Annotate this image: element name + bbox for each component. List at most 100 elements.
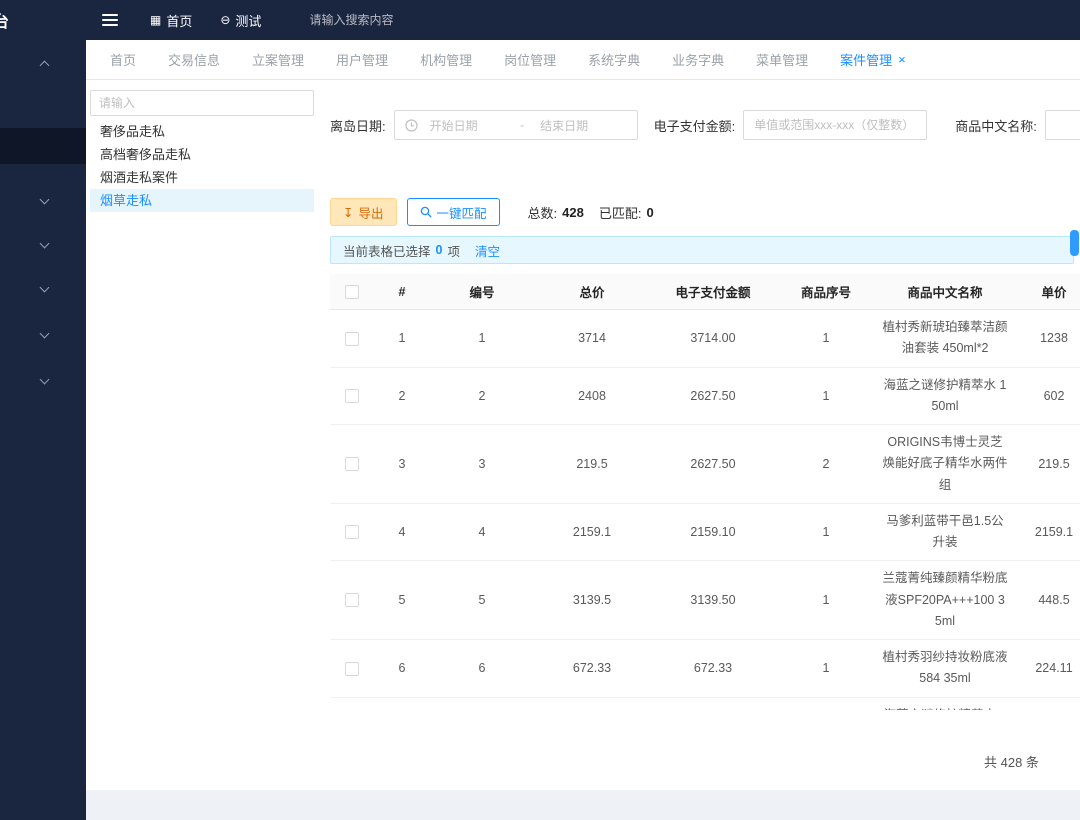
selection-count: 0 (436, 243, 443, 257)
category-item[interactable]: 高档奢侈品走私 (90, 143, 314, 166)
row-checkbox[interactable] (345, 525, 359, 539)
category-item[interactable]: 烟酒走私案件 (90, 166, 314, 189)
cell-name: 植村秀新琥珀臻萃洁颜油套装 450ml*2 (876, 310, 1014, 368)
selection-suffix: 项 (447, 241, 460, 260)
cell-epay: 3139.50 (650, 561, 776, 640)
column-header: 商品序号 (776, 274, 876, 310)
cell-seq: 1 (776, 367, 876, 425)
sidebar (0, 40, 86, 820)
row-checkbox[interactable] (345, 389, 359, 403)
date-range-picker[interactable]: 开始日期 - 结束日期 (394, 110, 638, 140)
table-body: 1137143714.001植村秀新琥珀臻萃洁颜油套装 450ml*212382… (330, 310, 1080, 711)
results-table: #编号总价电子支付金额商品序号商品中文名称单价 1137143714.001植村… (330, 274, 1080, 710)
table-row: 77602602.001海蓝之谜修护精萃水 150ml602 (330, 697, 1080, 710)
scrollbar-thumb[interactable] (1070, 230, 1079, 256)
cell-epay: 602.00 (650, 697, 776, 710)
row-checkbox-cell (330, 697, 374, 710)
cell-seq: 1 (776, 503, 876, 561)
amount-input[interactable] (743, 110, 927, 140)
tab-label: 系统字典 (588, 50, 640, 69)
chevron-down-icon[interactable] (40, 239, 50, 249)
column-header: 编号 (430, 274, 534, 310)
chevron-down-icon[interactable] (40, 283, 50, 293)
cell-index: 4 (374, 503, 430, 561)
tab-7[interactable]: 系统字典 (588, 50, 640, 69)
tab-label: 用户管理 (336, 50, 388, 69)
date-separator: - (516, 118, 528, 132)
main-area: 首页交易信息立案管理用户管理机构管理岗位管理系统字典业务字典菜单管理案件管理× … (86, 40, 1080, 790)
date-filter-label: 离岛日期: (330, 116, 386, 135)
tab-1[interactable]: 首页 (110, 50, 136, 69)
tab-close-icon[interactable]: × (898, 53, 906, 66)
vertical-scrollbar[interactable] (1070, 230, 1079, 700)
row-checkbox[interactable] (345, 332, 359, 346)
cell-index: 6 (374, 640, 430, 698)
tab-6[interactable]: 岗位管理 (504, 50, 556, 69)
category-item[interactable]: 奢侈品走私 (90, 120, 314, 143)
hamburger-menu-icon[interactable] (98, 10, 122, 30)
chevron-down-icon[interactable] (40, 329, 50, 339)
cell-index: 3 (374, 425, 430, 504)
cell-name: 海蓝之谜修护精萃水 150ml (876, 367, 1014, 425)
tab-label: 交易信息 (168, 50, 220, 69)
cell-name: 兰蔻菁纯臻颜精华粉底液SPF20PA+++100 35ml (876, 561, 1014, 640)
export-button-label: 导出 (358, 203, 383, 222)
tab-8[interactable]: 业务字典 (672, 50, 724, 69)
row-checkbox[interactable] (345, 662, 359, 676)
tab-bar: 首页 交易信息 立案管理 用户管理 机构管理 岗位管理 系统字典 业务字典 菜单管理 案件管理× (86, 40, 1080, 80)
row-checkbox-cell (330, 425, 374, 504)
tab-9[interactable]: 菜单管理 (756, 50, 808, 69)
cell-index: 2 (374, 367, 430, 425)
row-checkbox[interactable] (345, 593, 359, 607)
cell-seq: 1 (776, 561, 876, 640)
chevron-down-icon[interactable] (40, 195, 50, 205)
cell-code: 7 (430, 697, 534, 710)
category-item[interactable]: 烟草走私 (90, 189, 314, 212)
grid-icon: ▦ (150, 14, 161, 26)
search-icon (420, 206, 432, 218)
tab-5[interactable]: 机构管理 (420, 50, 472, 69)
table-row: 553139.53139.501兰蔻菁纯臻颜精华粉底液SPF20PA+++100… (330, 561, 1080, 640)
sidebar-item-selected[interactable] (0, 128, 86, 164)
table-row: 33219.52627.502ORIGINS韦博士灵芝焕能好底子精华水两件组21… (330, 425, 1080, 504)
tab-10[interactable]: 案件管理× (840, 50, 906, 69)
amount-filter-label: 电子支付金额: (654, 116, 736, 135)
cell-code: 5 (430, 561, 534, 640)
topbar-test[interactable]: ⊖ 测试 (220, 11, 261, 30)
minus-circle-icon: ⊖ (220, 14, 230, 26)
cell-seq: 1 (776, 640, 876, 698)
chevron-up-icon[interactable] (40, 61, 50, 71)
column-header: 电子支付金额 (650, 274, 776, 310)
row-checkbox[interactable] (345, 457, 359, 471)
topbar-home[interactable]: ▦ 首页 (150, 11, 192, 30)
table-row: 442159.12159.101马爹利蓝带干邑1.5公升装2159.1 (330, 503, 1080, 561)
date-start-placeholder[interactable]: 开始日期 (418, 117, 517, 134)
date-end-placeholder[interactable]: 结束日期 (528, 117, 627, 134)
select-all-checkbox[interactable] (345, 285, 359, 299)
chevron-down-icon[interactable] (40, 375, 50, 385)
cell-total: 219.5 (534, 425, 650, 504)
cell-total: 3139.5 (534, 561, 650, 640)
row-checkbox-cell (330, 503, 374, 561)
tab-label: 首页 (110, 50, 136, 69)
row-checkbox-cell (330, 640, 374, 698)
clear-selection-link[interactable]: 清空 (475, 241, 500, 260)
tab-4[interactable]: 用户管理 (336, 50, 388, 69)
cell-epay: 2159.10 (650, 503, 776, 561)
match-button-label: 一键匹配 (437, 203, 487, 222)
cell-code: 6 (430, 640, 534, 698)
cell-epay: 2627.50 (650, 367, 776, 425)
tab-3[interactable]: 立案管理 (252, 50, 304, 69)
clock-icon (405, 119, 418, 132)
cell-total: 2159.1 (534, 503, 650, 561)
one-click-match-button[interactable]: 一键匹配 (407, 198, 500, 226)
download-icon: ↧ (343, 205, 353, 220)
product-name-input[interactable] (1045, 110, 1080, 140)
export-button[interactable]: ↧ 导出 (330, 198, 397, 226)
global-search-input[interactable] (309, 13, 529, 27)
cell-index: 7 (374, 697, 430, 710)
tab-2[interactable]: 交易信息 (168, 50, 220, 69)
filter-bar: 离岛日期: 开始日期 - 结束日期 电子支付金额: 商品中文名称: (330, 110, 1080, 140)
cell-seq: 2 (776, 425, 876, 504)
category-search-input[interactable] (90, 90, 314, 116)
